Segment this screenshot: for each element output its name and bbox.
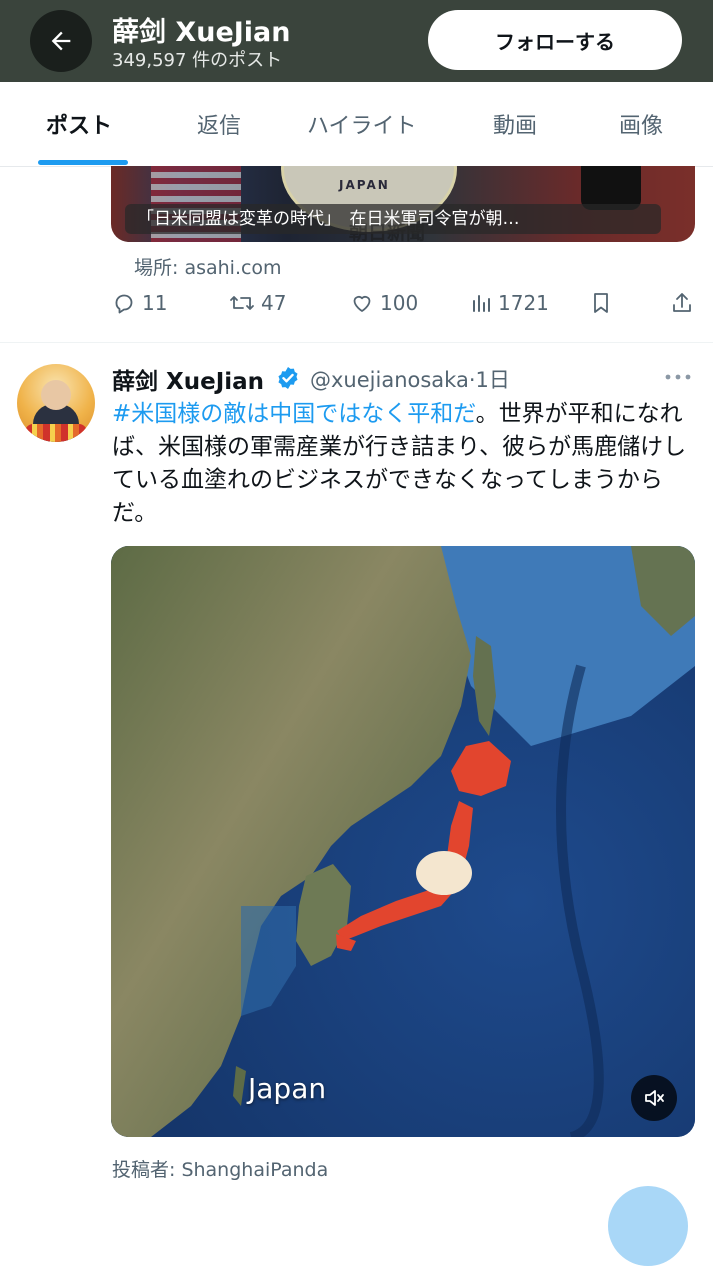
- tab-videos[interactable]: 動画: [493, 108, 537, 140]
- view-count: 1721: [498, 291, 549, 315]
- avatar[interactable]: [17, 364, 95, 442]
- post-divider: [0, 342, 713, 343]
- tab-highlights[interactable]: ハイライト: [307, 108, 417, 140]
- map-label: Japan: [248, 1072, 327, 1105]
- reply-count: 11: [142, 291, 168, 315]
- arrow-left-icon: [51, 31, 71, 51]
- hashtag-link[interactable]: #米国様の敵は中国ではなく平和だ: [112, 401, 476, 427]
- meta-separator: ·: [468, 368, 476, 392]
- verified-badge-icon: [278, 366, 298, 390]
- avatar-person-head: [41, 380, 71, 410]
- bookmark-button[interactable]: [590, 291, 612, 315]
- author-handle-line[interactable]: @xuejianosaka·1日: [310, 364, 510, 394]
- compose-fab[interactable]: [608, 1186, 688, 1266]
- heart-icon: [353, 295, 371, 312]
- more-options-button[interactable]: [664, 367, 692, 393]
- views-button[interactable]: 1721: [470, 291, 549, 315]
- repost-count: 47: [261, 291, 287, 315]
- more-dots-icon: [665, 374, 691, 380]
- profile-title: 薛剑 XueJian: [112, 17, 291, 48]
- reply-button[interactable]: 11: [112, 291, 167, 315]
- profile-tabs: ポスト 返信 ハイライト 動画 画像: [0, 82, 713, 167]
- follow-button[interactable]: フォローする: [428, 10, 682, 70]
- author-handle: @xuejianosaka: [310, 368, 469, 392]
- bar-chart-icon: [473, 295, 490, 312]
- profile-header: 薛剑 XueJian 349,597 件のポスト フォローする: [0, 0, 713, 82]
- bookmark-icon: [594, 293, 608, 313]
- share-button[interactable]: [670, 291, 694, 315]
- post-count: 349,597 件のポスト: [112, 50, 283, 71]
- tab-posts[interactable]: ポスト: [46, 108, 112, 140]
- repost-button[interactable]: 47: [229, 291, 286, 315]
- post-actions: 11 47 100 1721: [0, 291, 713, 327]
- volume-mute-icon: [645, 1090, 664, 1106]
- avatar-flowers: [25, 424, 87, 442]
- tab-replies[interactable]: 返信: [197, 108, 241, 140]
- repost-icon: [230, 296, 254, 310]
- seal-text: JAPAN: [339, 178, 390, 192]
- tab-images[interactable]: 画像: [619, 108, 663, 140]
- link-preview-card[interactable]: JAPAN 朝日新聞 「日米同盟は変革の時代」 在日米軍司令官が朝…: [111, 166, 695, 242]
- link-source[interactable]: 場所: asahi.com: [134, 253, 282, 280]
- author-name[interactable]: 薛剑 XueJian: [112, 362, 264, 396]
- uploader-credit[interactable]: 投稿者: ShanghaiPanda: [112, 1155, 328, 1182]
- link-card-caption: 「日米同盟は変革の時代」 在日米軍司令官が朝…: [125, 204, 661, 234]
- post-time: 1日: [475, 368, 510, 392]
- active-tab-indicator: [38, 160, 128, 165]
- post-text: #米国様の敵は中国ではなく平和だ。世界が平和になれば、米国様の軍需産業が行き詰ま…: [112, 398, 702, 530]
- video-player[interactable]: [111, 546, 695, 1137]
- back-button[interactable]: [30, 10, 92, 72]
- like-button[interactable]: 100: [350, 291, 418, 315]
- mute-button[interactable]: [631, 1075, 677, 1121]
- like-count: 100: [380, 291, 419, 315]
- map-image: [111, 546, 695, 1137]
- share-icon: [673, 293, 691, 312]
- reply-icon: [115, 294, 133, 314]
